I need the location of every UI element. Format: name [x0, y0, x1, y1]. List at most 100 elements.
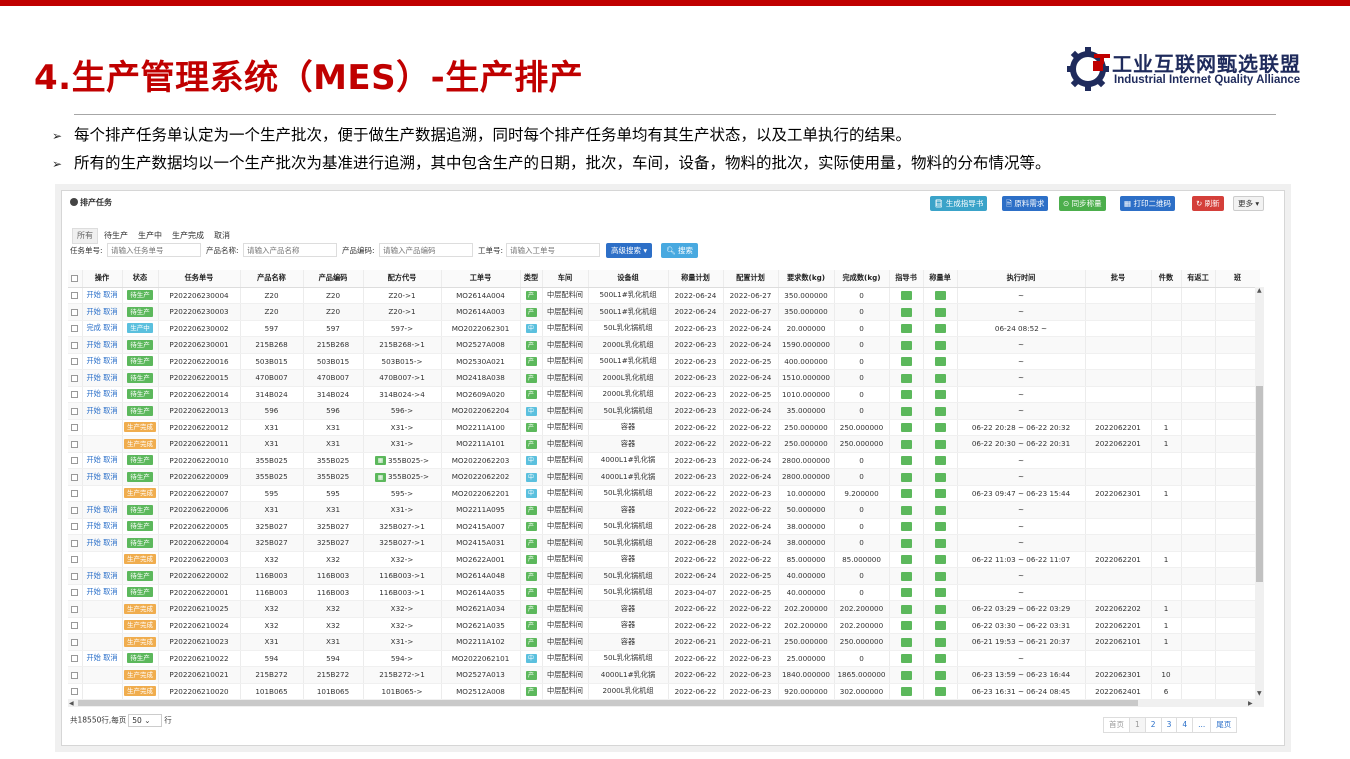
- guide-book-cell[interactable]: [889, 303, 924, 321]
- weigh-sheet-cell[interactable]: [923, 518, 958, 535]
- row-actions[interactable]: 完成 取消: [82, 320, 123, 337]
- row-actions[interactable]: 开始 取消: [82, 287, 123, 304]
- column-header[interactable]: 指导书: [889, 270, 924, 288]
- weigh-sheet-icon[interactable]: [934, 307, 946, 317]
- weigh-sheet-icon[interactable]: [934, 604, 946, 614]
- vertical-scroll-thumb[interactable]: [1256, 386, 1263, 582]
- row-checkbox[interactable]: [71, 589, 79, 597]
- table-row[interactable]: 开始 取消 待生产 P202206210022 594 594 594-> MO202206…: [68, 650, 1260, 667]
- column-header[interactable]: 配置计划: [723, 270, 779, 288]
- table-row[interactable]: 生产完成 P202206210021 215B272 215B272 215B272->…: [68, 666, 1260, 684]
- weigh-sheet-cell[interactable]: [923, 666, 958, 684]
- scroll-up-icon[interactable]: ▲: [1257, 287, 1262, 294]
- row-checkbox-cell[interactable]: [68, 666, 83, 684]
- row-checkbox[interactable]: [71, 605, 79, 613]
- row-checkbox-cell[interactable]: [68, 353, 83, 370]
- weigh-sheet-icon[interactable]: [934, 588, 946, 597]
- weigh-sheet-icon[interactable]: [934, 406, 946, 416]
- column-header[interactable]: 称量单: [923, 270, 958, 288]
- guide-book-icon[interactable]: [900, 588, 912, 597]
- table-row[interactable]: 开始 取消 待生产 P202206220001 116B003 116B003 116B0…: [68, 584, 1260, 601]
- row-checkbox[interactable]: [71, 688, 79, 696]
- guide-book-icon[interactable]: [900, 456, 912, 465]
- guide-book-cell[interactable]: [889, 567, 924, 585]
- select-all-checkbox[interactable]: [71, 275, 79, 283]
- table-row[interactable]: 开始 取消 待生产 P202206220010 355B025 355B025 ▦ 355B…: [68, 452, 1260, 469]
- weigh-sheet-cell[interactable]: [923, 468, 958, 486]
- weigh-sheet-cell[interactable]: [923, 501, 958, 519]
- scroll-down-icon[interactable]: ▼: [1257, 690, 1262, 697]
- weigh-sheet-cell[interactable]: [923, 419, 958, 436]
- row-checkbox[interactable]: [71, 424, 79, 432]
- row-checkbox-cell[interactable]: [68, 320, 83, 337]
- weigh-sheet-cell[interactable]: [923, 336, 958, 354]
- table-row[interactable]: 开始 取消 待生产 P202206230001 215B268 215B268 215B2…: [68, 336, 1260, 354]
- column-header[interactable]: 配方代号: [363, 270, 442, 288]
- column-header[interactable]: 完成数(kg): [834, 270, 890, 288]
- row-actions[interactable]: 开始 取消: [82, 402, 123, 420]
- guide-book-cell[interactable]: [889, 353, 924, 370]
- row-checkbox-cell[interactable]: [68, 534, 83, 552]
- weigh-sheet-icon[interactable]: [934, 291, 946, 300]
- row-checkbox[interactable]: [71, 341, 79, 349]
- row-actions[interactable]: 开始 取消: [82, 650, 123, 667]
- guide-book-cell[interactable]: [889, 683, 924, 700]
- table-row[interactable]: 开始 取消 待生产 P202206220013 596 596 596-> MO202206…: [68, 402, 1260, 420]
- guide-book-cell[interactable]: [889, 551, 924, 568]
- table-row[interactable]: 开始 取消 待生产 P202206220005 325B027 325B027 325B0…: [68, 518, 1260, 535]
- row-checkbox[interactable]: [71, 638, 79, 646]
- scroll-left-icon[interactable]: ◀: [69, 700, 74, 707]
- guide-book-cell[interactable]: [889, 320, 924, 337]
- guide-book-cell[interactable]: [889, 287, 924, 304]
- guide-book-cell[interactable]: [889, 534, 924, 552]
- table-row[interactable]: 开始 取消 待生产 P202206230003 Z20 Z20 Z20->1 MO2614A…: [68, 303, 1260, 321]
- weigh-sheet-cell[interactable]: [923, 452, 958, 469]
- weigh-sheet-cell[interactable]: [923, 353, 958, 370]
- guide-book-icon[interactable]: [900, 423, 912, 432]
- refresh-button[interactable]: ↻ 刷新: [1192, 196, 1224, 211]
- row-checkbox[interactable]: [71, 539, 79, 547]
- guide-book-cell[interactable]: [889, 584, 924, 601]
- weigh-sheet-icon[interactable]: [934, 505, 946, 515]
- column-header[interactable]: 有返工: [1181, 270, 1216, 288]
- row-checkbox[interactable]: [71, 457, 79, 465]
- guide-book-icon[interactable]: [900, 555, 912, 564]
- weigh-sheet-icon[interactable]: [934, 654, 946, 663]
- page-size-select[interactable]: 50 ⌄: [128, 714, 163, 727]
- page-button[interactable]: 4: [1176, 717, 1194, 733]
- guide-book-cell[interactable]: [889, 633, 924, 651]
- row-actions[interactable]: 开始 取消: [82, 584, 123, 601]
- weigh-sheet-icon[interactable]: [934, 571, 946, 581]
- tab-done[interactable]: 生产完成: [168, 229, 208, 243]
- search-button[interactable]: 🔍︎ 搜索: [661, 243, 698, 258]
- row-checkbox-cell[interactable]: [68, 419, 83, 436]
- row-checkbox-cell[interactable]: [68, 650, 83, 667]
- guide-book-icon[interactable]: [900, 472, 912, 482]
- weigh-sheet-icon[interactable]: [934, 439, 946, 449]
- product-name-input[interactable]: [243, 243, 337, 257]
- guide-book-icon[interactable]: [900, 670, 912, 680]
- table-row[interactable]: 开始 取消 待生产 P202206220002 116B003 116B003 116B0…: [68, 567, 1260, 585]
- row-checkbox[interactable]: [71, 407, 79, 415]
- row-checkbox[interactable]: [71, 325, 79, 333]
- row-actions[interactable]: [82, 600, 123, 618]
- weigh-sheet-icon[interactable]: [934, 357, 946, 366]
- row-checkbox-cell[interactable]: [68, 633, 83, 651]
- row-checkbox-cell[interactable]: [68, 518, 83, 535]
- weigh-sheet-cell[interactable]: [923, 600, 958, 618]
- guide-book-icon[interactable]: [900, 538, 912, 548]
- weigh-sheet-cell[interactable]: [923, 567, 958, 585]
- sync-weigh-button[interactable]: ⊙ 同步称量: [1059, 196, 1106, 211]
- column-header[interactable]: 操作: [82, 270, 123, 288]
- row-actions[interactable]: 开始 取消: [82, 353, 123, 370]
- weigh-sheet-icon[interactable]: [934, 489, 946, 498]
- weigh-sheet-cell[interactable]: [923, 650, 958, 667]
- guide-book-icon[interactable]: [900, 654, 912, 663]
- table-row[interactable]: 生产完成 P202206210024 X32 X32 X32-> MO2621A035 产中…: [68, 617, 1260, 634]
- weigh-sheet-icon[interactable]: [934, 670, 946, 680]
- weigh-sheet-cell[interactable]: [923, 584, 958, 601]
- table-row[interactable]: 生产完成 P202206210020 101B065 101B065 101B065->…: [68, 683, 1260, 700]
- column-header[interactable]: 任务单号: [158, 270, 241, 288]
- table-row[interactable]: 生产完成 P202206210025 X32 X32 X32-> MO2621A034 产中…: [68, 600, 1260, 618]
- column-header[interactable]: 工单号: [441, 270, 521, 288]
